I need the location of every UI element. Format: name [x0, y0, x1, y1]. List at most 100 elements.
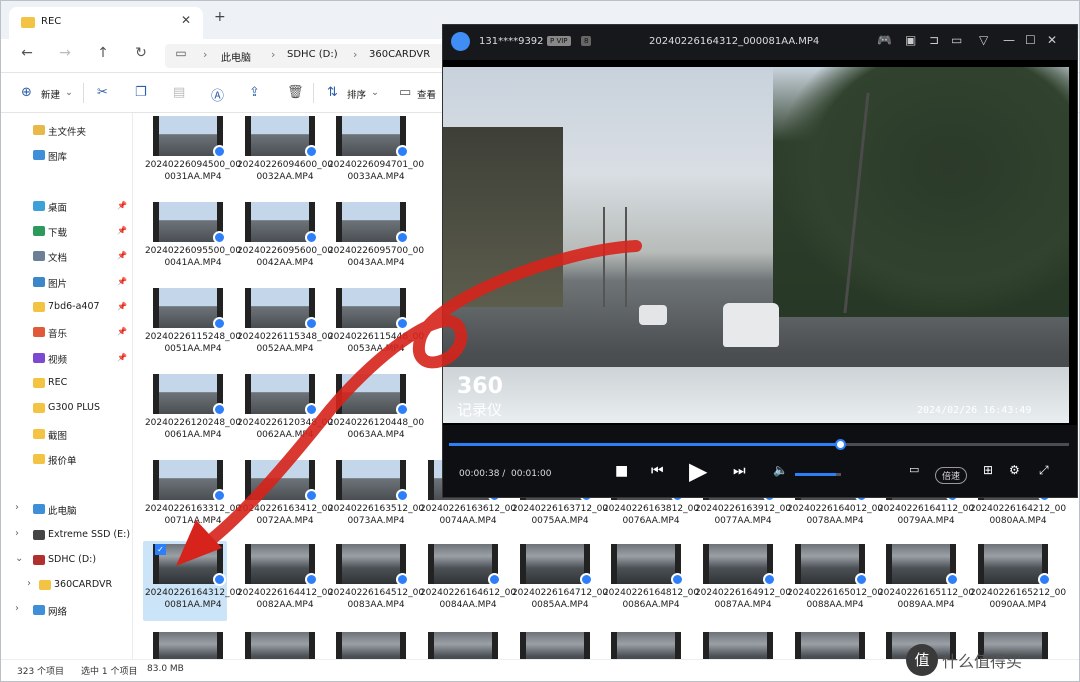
pin-icon[interactable]: 📌 — [117, 277, 127, 286]
file-item[interactable]: 20240226095700_000043AA.MP4 — [326, 199, 424, 279]
view-icon[interactable]: ▭ — [399, 85, 411, 100]
folder-open-icon[interactable]: ▭ — [951, 33, 962, 47]
stop-icon[interactable]: ■ — [615, 463, 628, 479]
pin-icon[interactable]: 📌 — [117, 251, 127, 260]
previous-icon[interactable]: ⏮ — [651, 463, 664, 479]
file-item[interactable] — [143, 629, 227, 659]
sidebar-item[interactable]: › 网络 — [1, 601, 131, 621]
file-item[interactable] — [235, 629, 319, 659]
window-icon[interactable]: ▣ — [905, 33, 916, 47]
tv-icon[interactable]: ▭ — [909, 463, 919, 476]
new-tab-icon[interactable]: + — [214, 9, 226, 25]
file-item[interactable] — [693, 629, 777, 659]
view-button[interactable]: 查看 — [417, 87, 436, 101]
file-item[interactable]: 20240226094600_000032AA.MP4 — [235, 113, 333, 193]
chevron-right-icon[interactable]: › — [27, 578, 31, 589]
file-item[interactable]: 20240226163412_000072AA.MP4 — [235, 457, 333, 537]
file-item[interactable]: 20240226165112_000089AA.MP4 — [876, 541, 974, 621]
crumb-folder[interactable]: 360CARDVR — [369, 49, 430, 60]
sidebar-item[interactable]: 桌面 📌 — [1, 197, 131, 217]
sidebar-item[interactable]: 视频 📌 — [1, 349, 131, 369]
crumb-pc[interactable]: 此电脑 — [221, 49, 251, 64]
seek-bar[interactable] — [449, 439, 1069, 450]
checkbox[interactable]: ✓ — [155, 544, 166, 555]
file-item[interactable]: 20240226164312_000081AA.MP4 ✓ — [143, 541, 241, 621]
file-item[interactable]: 20240226164712_000085AA.MP4 — [510, 541, 608, 621]
sort-icon[interactable]: ⇅ — [327, 85, 338, 100]
sidebar-item[interactable]: 图片 📌 — [1, 273, 131, 293]
close-icon[interactable]: ✕ — [1047, 33, 1057, 47]
file-item[interactable]: 20240226165212_000090AA.MP4 — [968, 541, 1066, 621]
chevron-down-icon[interactable]: ⌄ — [65, 87, 73, 98]
add-icon[interactable]: ⊞ — [983, 463, 993, 477]
sidebar-item[interactable]: 7bd6-a407 📌 — [1, 298, 131, 318]
file-item[interactable]: 20240226115448_000053AA.MP4 — [326, 285, 424, 365]
pin-icon[interactable]: 📌 — [117, 201, 127, 210]
file-item[interactable]: 20240226165012_000088AA.MP4 — [785, 541, 883, 621]
copy-icon[interactable]: ❐ — [135, 85, 147, 100]
maximize-icon[interactable]: ☐ — [1025, 33, 1036, 47]
file-item[interactable]: 20240226094701_000033AA.MP4 — [326, 113, 424, 193]
rename-icon[interactable]: Ⓐ — [211, 85, 224, 104]
chevron-right-icon[interactable]: › — [15, 603, 19, 614]
file-item[interactable]: 20240226115348_000052AA.MP4 — [235, 285, 333, 365]
seek-handle[interactable] — [834, 439, 846, 450]
file-item[interactable] — [510, 629, 594, 659]
file-item[interactable]: 20240226120348_000062AA.MP4 — [235, 371, 333, 451]
sidebar-item[interactable]: ⌄ SDHC (D:) — [1, 551, 131, 571]
sidebar-item[interactable]: 截图 — [1, 425, 131, 445]
pin-icon[interactable]: 📌 — [117, 353, 127, 362]
up-icon[interactable]: ↑ — [93, 45, 113, 61]
forward-icon[interactable]: → — [55, 45, 75, 61]
file-item[interactable] — [418, 629, 502, 659]
sidebar-item[interactable]: 主文件夹 — [1, 121, 131, 141]
file-item[interactable]: 20240226095500_000041AA.MP4 — [143, 199, 241, 279]
chevron-down-icon[interactable]: ⌄ — [15, 553, 23, 564]
file-item[interactable]: 20240226094500_000031AA.MP4 — [143, 113, 241, 193]
file-item[interactable]: 20240226164812_000086AA.MP4 — [601, 541, 699, 621]
chevron-down-icon[interactable]: ⌄ — [371, 87, 379, 98]
chevron-right-icon[interactable]: › — [15, 528, 19, 539]
file-item[interactable]: 20240226163312_000071AA.MP4 — [143, 457, 241, 537]
file-item[interactable]: 20240226120448_000063AA.MP4 — [326, 371, 424, 451]
share-icon[interactable]: ⇪ — [249, 85, 260, 100]
file-item[interactable]: 20240226164912_000087AA.MP4 — [693, 541, 791, 621]
video-frame[interactable]: 360 记录仪 2024/02/26 16:43:49 — [443, 67, 1069, 423]
crumb-drive[interactable]: SDHC (D:) — [287, 49, 338, 60]
file-item[interactable]: 20240226164612_000084AA.MP4 — [418, 541, 516, 621]
fullscreen-icon[interactable]: ⤢ — [1039, 463, 1049, 478]
pin-icon[interactable]: 📌 — [117, 302, 127, 311]
file-item[interactable] — [601, 629, 685, 659]
volume-slider[interactable] — [795, 473, 841, 476]
sidebar-item[interactable]: REC — [1, 374, 131, 394]
sidebar-item[interactable]: 文档 📌 — [1, 247, 131, 267]
sidebar-item[interactable]: › Extreme SSD (E:) — [1, 526, 131, 546]
sidebar-item[interactable]: 音乐 📌 — [1, 323, 131, 343]
sidebar-item[interactable]: 下载 📌 — [1, 222, 131, 242]
avatar[interactable] — [451, 32, 470, 51]
sidebar-item[interactable]: 图库 — [1, 146, 131, 166]
play-icon[interactable]: ▶ — [689, 457, 707, 485]
sidebar-item[interactable]: 报价单 — [1, 450, 131, 470]
sidebar-item[interactable]: › 360CARDVR — [1, 576, 131, 596]
cut-icon[interactable]: ✂ — [97, 85, 108, 100]
tab-rec[interactable]: REC ✕ — [9, 7, 203, 39]
new-button[interactable]: 新建 — [41, 87, 60, 101]
file-item[interactable]: 20240226164512_000083AA.MP4 — [326, 541, 424, 621]
refresh-icon[interactable]: ↻ — [131, 45, 151, 61]
file-item[interactable]: 20240226120248_000061AA.MP4 — [143, 371, 241, 451]
sort-button[interactable]: 排序 — [347, 87, 366, 101]
sidebar-item[interactable]: › 此电脑 — [1, 500, 131, 520]
pin-icon[interactable]: 📌 — [117, 327, 127, 336]
pin-icon[interactable]: 📌 — [117, 226, 127, 235]
speed-button[interactable]: 倍速 — [935, 467, 968, 484]
file-item[interactable]: 20240226095600_000042AA.MP4 — [235, 199, 333, 279]
game-icon[interactable]: 🎮 — [877, 33, 892, 47]
file-item[interactable]: 20240226163512_000073AA.MP4 — [326, 457, 424, 537]
file-item[interactable] — [326, 629, 410, 659]
delete-icon[interactable]: 🗑 — [287, 85, 304, 100]
close-tab-icon[interactable]: ✕ — [181, 13, 191, 27]
back-icon[interactable]: ← — [17, 45, 37, 61]
settings-icon[interactable]: ⚙ — [1009, 463, 1020, 477]
minimize-icon[interactable]: — — [1003, 33, 1015, 47]
